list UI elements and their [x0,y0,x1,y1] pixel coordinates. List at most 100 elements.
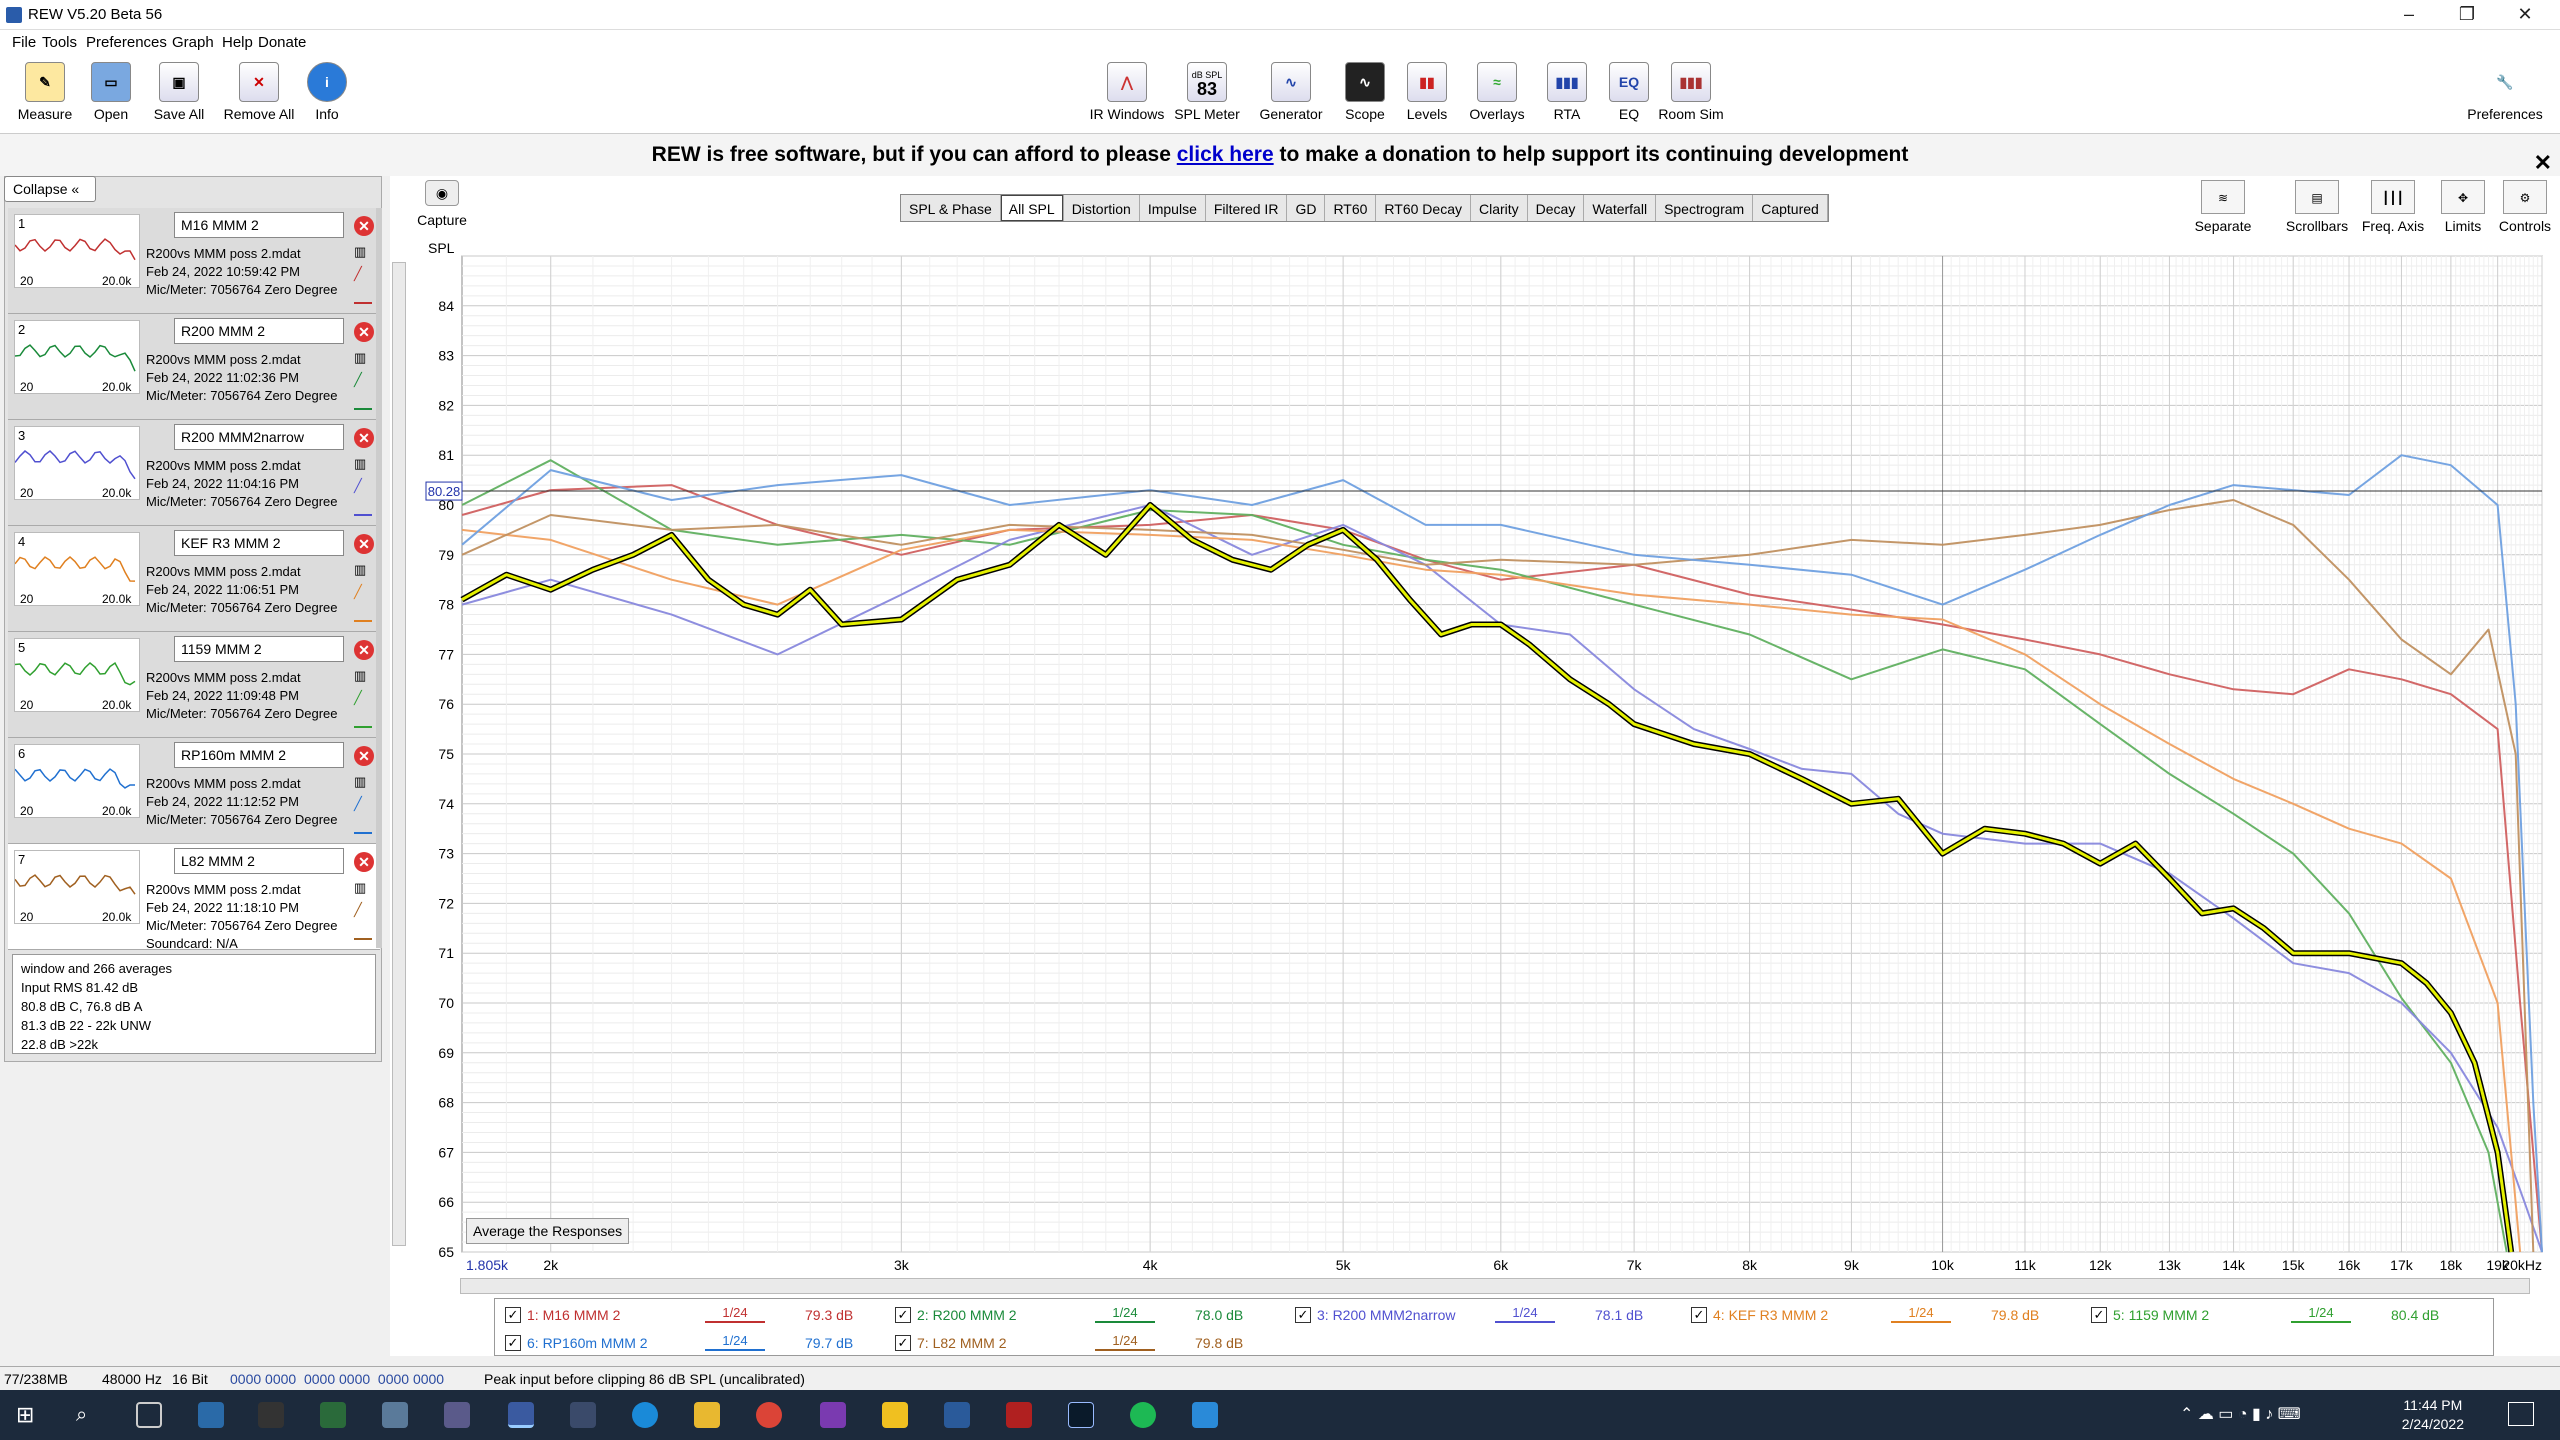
measurement-name-field[interactable]: R200 MMM 2 [174,318,344,344]
color-pen-icon[interactable]: ╱ [354,372,372,388]
smoothing-selector[interactable]: 1/24 [705,1333,765,1351]
tab-spectrogram[interactable]: Spectrogram [1656,195,1754,221]
delete-measurement-icon[interactable]: ✕ [354,852,374,872]
separate-button[interactable]: ≋ Separate [2188,180,2258,234]
line-style-icon[interactable] [354,818,372,834]
color-pen-icon[interactable]: ╱ [354,478,372,494]
smoothing-selector[interactable]: 1/24 [1891,1305,1951,1323]
tab-impulse[interactable]: Impulse [1140,195,1206,221]
room-sim-button[interactable]: ▮▮▮ Room Sim [1646,60,1736,132]
delete-measurement-icon[interactable]: ✕ [354,428,374,448]
graph-icon[interactable]: ▥ [354,350,372,366]
measurement-name-field[interactable]: R200 MMM2narrow [174,424,344,450]
app-icon-6[interactable] [570,1402,596,1428]
tab-decay[interactable]: Decay [1528,195,1585,221]
tab-rt60-decay[interactable]: RT60 Decay [1376,195,1471,221]
measurement-item[interactable]: 4 20 20.0k KEF R3 MMM 2 ✕ R200vs MMM poss 2.m… [8,526,380,632]
menu-file[interactable]: File [12,34,36,51]
delete-measurement-icon[interactable]: ✕ [354,322,374,342]
delete-measurement-icon[interactable]: ✕ [354,534,374,554]
tab-clarity[interactable]: Clarity [1471,195,1528,221]
graph-icon[interactable]: ▥ [354,562,372,578]
capture-button[interactable]: ◉ Capture [412,180,472,228]
color-pen-icon[interactable]: ╱ [354,796,372,812]
measurement-name-field[interactable]: KEF R3 MMM 2 [174,530,344,556]
spl-meter-button[interactable]: dB SPL 83 SPL Meter [1162,60,1252,132]
tab-captured[interactable]: Captured [1753,195,1828,221]
onenote-icon[interactable] [820,1402,846,1428]
line-style-icon[interactable] [354,712,372,728]
spotify-icon[interactable] [1130,1402,1156,1428]
line-style-icon[interactable] [354,500,372,516]
color-pen-icon[interactable]: ╱ [354,902,372,918]
measurement-list-scrollbar[interactable] [376,208,382,948]
app-icon-7[interactable] [1006,1402,1032,1428]
save-all-button[interactable]: ▣ Save All [134,60,224,132]
measurement-name-field[interactable]: 1159 MMM 2 [174,636,344,662]
app-icon-8[interactable] [1192,1402,1218,1428]
measurement-item[interactable]: 6 20 20.0k RP160m MMM 2 ✕ R200vs MMM poss 2.m… [8,738,380,844]
delete-measurement-icon[interactable]: ✕ [354,640,374,660]
search-icon[interactable]: ⌕ [76,1402,102,1428]
app-icon-3[interactable] [320,1402,346,1428]
task-view-icon[interactable] [136,1402,162,1428]
windows-start-icon[interactable]: ⊞ [16,1402,42,1428]
graph-icon[interactable]: ▥ [354,244,372,260]
tab-filtered-ir[interactable]: Filtered IR [1206,195,1288,221]
legend-checkbox[interactable]: ✓ [895,1335,911,1351]
legend-checkbox[interactable]: ✓ [505,1335,521,1351]
measurement-item[interactable]: 7 20 20.0k L82 MMM 2 ✕ R200vs MMM poss 2.mdat… [8,844,380,951]
tab-rt60[interactable]: RT60 [1325,195,1377,221]
average-responses-button[interactable]: Average the Responses [466,1218,630,1244]
graph-icon[interactable]: ▥ [354,880,372,896]
line-style-icon[interactable] [354,288,372,304]
smoothing-selector[interactable]: 1/24 [1095,1333,1155,1351]
notification-icon[interactable] [2508,1402,2534,1426]
calculator-icon[interactable] [944,1402,970,1428]
measurement-name-field[interactable]: M16 MMM 2 [174,212,344,238]
rew-taskbar-icon[interactable] [508,1402,534,1428]
vertical-scrollbar[interactable] [392,262,406,1246]
menu-help[interactable]: Help [222,34,253,51]
taskbar-clock[interactable]: 11:44 PM 2/24/2022 [2402,1396,2464,1434]
close-icon[interactable]: ✕ [2496,0,2554,30]
file-explorer-icon[interactable] [694,1402,720,1428]
measurement-name-field[interactable]: L82 MMM 2 [174,848,344,874]
tab-all-spl[interactable]: All SPL [1000,195,1064,221]
line-style-icon[interactable] [354,606,372,622]
color-pen-icon[interactable]: ╱ [354,690,372,706]
minimize-icon[interactable]: – [2380,0,2438,30]
menu-donate[interactable]: Donate [258,34,306,51]
legend-checkbox[interactable]: ✓ [2091,1307,2107,1323]
freq-axis-button[interactable]: ┃┃┃ Freq. Axis [2358,180,2428,234]
graph-icon[interactable]: ▥ [354,456,372,472]
legend-checkbox[interactable]: ✓ [1691,1307,1707,1323]
legend-checkbox[interactable]: ✓ [895,1307,911,1323]
horizontal-scrollbar[interactable] [460,1278,2530,1294]
delete-measurement-icon[interactable]: ✕ [354,746,374,766]
app-icon-1[interactable] [198,1402,224,1428]
restore-icon[interactable]: ❐ [2438,0,2496,30]
smoothing-selector[interactable]: 1/24 [2291,1305,2351,1323]
graph-icon[interactable]: ▥ [354,668,372,684]
graph-icon[interactable]: ▥ [354,774,372,790]
scrollbars-button[interactable]: ▤ Scrollbars [2282,180,2352,234]
menu-tools[interactable]: Tools [42,34,77,51]
smoothing-selector[interactable]: 1/24 [705,1305,765,1323]
ir-windows-button[interactable]: ⋀ IR Windows [1082,60,1172,132]
smoothing-selector[interactable]: 1/24 [1095,1305,1155,1323]
lightroom-icon[interactable] [1068,1402,1094,1428]
collapse-button[interactable]: Collapse « [4,176,96,202]
measurement-item[interactable]: 3 20 20.0k R200 MMM2narrow ✕ R200vs MMM poss … [8,420,380,526]
app-icon-4[interactable] [382,1402,408,1428]
tab-waterfall[interactable]: Waterfall [1584,195,1657,221]
line-style-icon[interactable] [354,394,372,410]
legend-checkbox[interactable]: ✓ [505,1307,521,1323]
info-button[interactable]: i Info [282,60,372,132]
measurement-item[interactable]: 1 20 20.0k M16 MMM 2 ✕ R200vs MMM poss 2.mdat… [8,208,380,314]
spl-chart[interactable]: 8483828180797877767574737271706968676665… [410,250,2550,1280]
measurement-item[interactable]: 2 20 20.0k R200 MMM 2 ✕ R200vs MMM poss 2.mda… [8,314,380,420]
delete-measurement-icon[interactable]: ✕ [354,216,374,236]
preferences-button[interactable]: 🔧 Preferences [2460,60,2550,132]
donation-link[interactable]: click here [1177,143,1274,166]
